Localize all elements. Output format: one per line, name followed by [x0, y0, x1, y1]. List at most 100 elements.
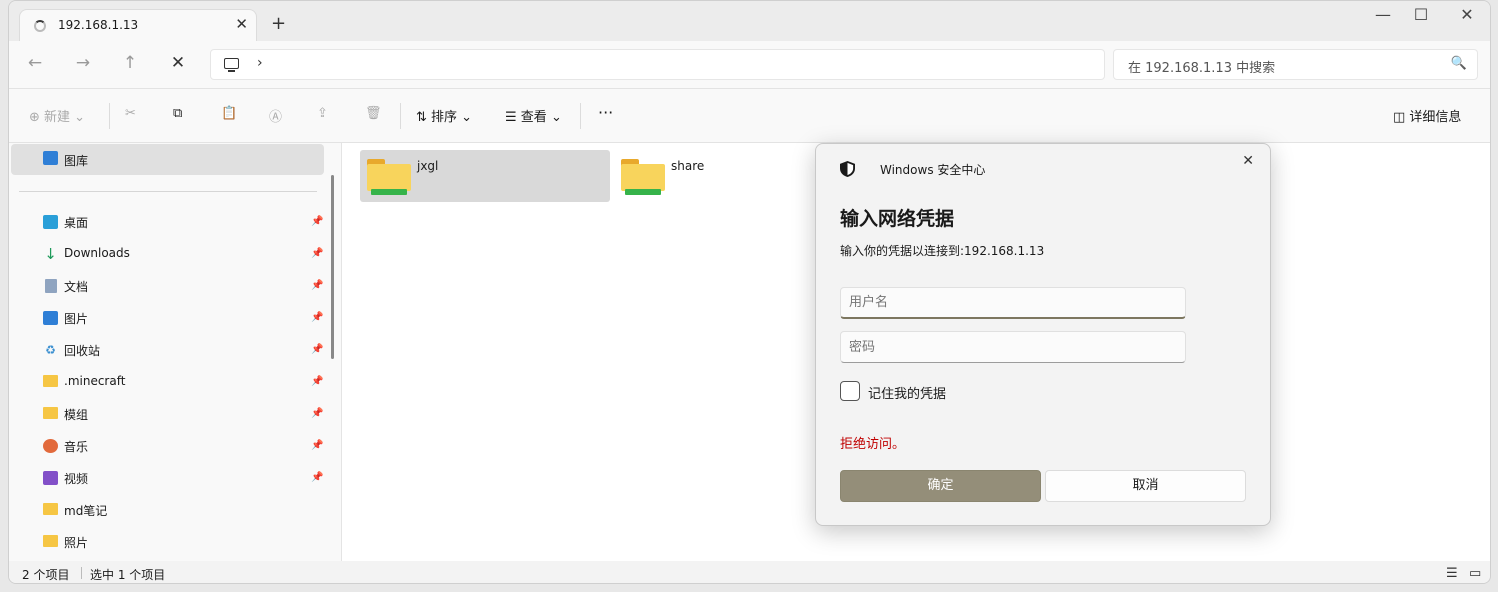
- address-row: ← → ↑ ✕ › 在 192.168.1.13 中搜索 🔍: [9, 41, 1490, 89]
- sort-button[interactable]: ⇅ 排序 ⌄: [416, 106, 472, 125]
- dialog-heading: 输入网络凭据: [840, 208, 955, 230]
- document-icon: [45, 279, 57, 293]
- paste-icon[interactable]: 📋: [221, 106, 237, 121]
- sidebar-item-gallery[interactable]: 图库: [11, 144, 324, 175]
- new-button[interactable]: ⊕ 新建 ⌄: [29, 106, 85, 125]
- new-tab-button[interactable]: +: [271, 13, 286, 34]
- close-window-button[interactable]: ✕: [1444, 5, 1490, 24]
- details-view-icon[interactable]: ☰: [1446, 566, 1458, 581]
- search-placeholder: 在 192.168.1.13 中搜索: [1128, 61, 1276, 76]
- cancel-button[interactable]: 取消: [1045, 470, 1246, 502]
- sidebar-item-pictures[interactable]: 图片 📌: [9, 305, 329, 333]
- view-label: 查看: [520, 110, 547, 125]
- status-bar: 2 个项目 选中 1 个项目 ☰ ▭: [9, 561, 1490, 583]
- sidebar-item-label: md笔记: [64, 504, 108, 518]
- folder-icon: [43, 375, 58, 389]
- copy-icon[interactable]: ⧉: [173, 106, 182, 121]
- up-button[interactable]: ↑: [118, 53, 142, 73]
- stop-loading-button[interactable]: ✕: [166, 53, 190, 73]
- view-button[interactable]: ☰ 查看 ⌄: [505, 106, 562, 125]
- pin-icon: 📌: [311, 312, 324, 323]
- folder-name: jxgl: [417, 159, 439, 173]
- video-icon: [43, 471, 58, 485]
- sidebar-item-mods[interactable]: 模组 📌: [9, 401, 329, 429]
- toolbar-separator: [109, 103, 110, 129]
- sidebar-item-photos[interactable]: 照片: [9, 529, 329, 557]
- sort-label: 排序: [431, 110, 458, 125]
- tab-title: 192.168.1.13: [58, 18, 139, 32]
- more-options-button[interactable]: ···: [598, 103, 613, 122]
- remember-credentials-checkbox[interactable]: [840, 381, 860, 401]
- sidebar-separator: [19, 191, 317, 192]
- sidebar-item-recycle-bin[interactable]: ♻ 回收站 📌: [9, 337, 329, 365]
- folder-icon: [43, 535, 58, 549]
- maximize-button[interactable]: ☐: [1398, 5, 1444, 24]
- sidebar-item-downloads[interactable]: ↓ Downloads 📌: [9, 241, 329, 269]
- sidebar-item-music[interactable]: 音乐 📌: [9, 433, 329, 461]
- pin-icon: 📌: [311, 248, 324, 259]
- sidebar-item-label: 文档: [64, 280, 89, 294]
- music-icon: [43, 439, 58, 453]
- sidebar-item-minecraft[interactable]: .minecraft 📌: [9, 369, 329, 397]
- dialog-subtitle: 输入你的凭据以连接到:192.168.1.13: [840, 244, 1045, 258]
- sidebar-item-documents[interactable]: 文档 📌: [9, 273, 329, 301]
- rename-icon[interactable]: Ⓐ: [269, 106, 282, 125]
- back-button[interactable]: ←: [23, 53, 47, 73]
- password-field[interactable]: [840, 331, 1186, 363]
- folder-icon: [43, 407, 58, 421]
- pictures-icon: [43, 311, 58, 325]
- cut-icon[interactable]: ✂: [125, 106, 136, 121]
- new-label: 新建: [44, 110, 71, 125]
- error-message: 拒绝访问。: [840, 437, 906, 452]
- item-count: 2 个项目: [22, 568, 70, 582]
- pin-icon: 📌: [311, 344, 324, 355]
- sidebar-item-md-notes[interactable]: md笔记: [9, 497, 329, 525]
- network-folder-icon: [367, 159, 411, 197]
- search-icon[interactable]: 🔍: [1451, 56, 1467, 71]
- pin-icon: 📌: [311, 440, 324, 451]
- sidebar-item-label: Downloads: [64, 246, 130, 260]
- sidebar-item-label: 桌面: [64, 216, 89, 230]
- sidebar-item-label: 视频: [64, 472, 89, 486]
- username-field[interactable]: [840, 287, 1186, 319]
- navigation-pane: 图库 桌面 📌 ↓ Downloads 📌 文档 📌 图片 📌 ♻ 回收站 📌: [9, 143, 341, 561]
- sidebar-item-label: 图库: [64, 154, 89, 168]
- tiles-view-icon[interactable]: ▭: [1469, 566, 1481, 581]
- this-pc-icon: [224, 58, 239, 69]
- sidebar-item-label: 回收站: [64, 344, 101, 358]
- sidebar-item-label: .minecraft: [64, 374, 126, 388]
- sidebar-item-desktop[interactable]: 桌面 📌: [9, 209, 329, 237]
- details-button[interactable]: ◫ 详细信息: [1393, 106, 1461, 125]
- download-icon: ↓: [44, 245, 57, 263]
- gallery-icon: [43, 151, 58, 165]
- dialog-close-button[interactable]: ✕: [1242, 153, 1254, 169]
- desktop-icon: [43, 215, 58, 229]
- this-pc-stand: [228, 70, 235, 72]
- network-folder-icon: [621, 159, 665, 197]
- sidebar-item-videos[interactable]: 视频 📌: [9, 465, 329, 493]
- sidebar-item-label: 模组: [64, 408, 89, 422]
- tab-bar: 192.168.1.13 ✕ + — ☐ ✕: [9, 1, 1490, 41]
- delete-icon[interactable]: 🗑: [365, 106, 382, 121]
- pin-icon: 📌: [311, 216, 324, 227]
- breadcrumb-chevron-icon[interactable]: ›: [257, 55, 263, 71]
- tab-192-168-1-13[interactable]: 192.168.1.13 ✕: [19, 9, 257, 41]
- status-separator: [81, 567, 82, 579]
- ok-button[interactable]: 确定: [840, 470, 1041, 502]
- toolbar-separator: [580, 103, 581, 129]
- address-bar[interactable]: ›: [210, 49, 1105, 80]
- folder-item-jxgl[interactable]: jxgl: [360, 150, 610, 202]
- toolbar-separator: [400, 103, 401, 129]
- sidebar-item-label: 照片: [64, 536, 89, 550]
- loading-spinner-icon: [34, 20, 46, 32]
- forward-button[interactable]: →: [71, 53, 95, 73]
- pin-icon: 📌: [311, 408, 324, 419]
- sidebar-scrollbar[interactable]: [331, 175, 334, 359]
- close-tab-icon[interactable]: ✕: [235, 15, 248, 33]
- share-icon[interactable]: ⇪: [317, 106, 328, 121]
- recycle-bin-icon: ♻: [45, 343, 56, 357]
- sidebar-item-label: 音乐: [64, 440, 89, 454]
- search-box[interactable]: 在 192.168.1.13 中搜索 🔍: [1113, 49, 1478, 80]
- remember-credentials-label: 记住我的凭据: [868, 387, 947, 402]
- pin-icon: 📌: [311, 376, 324, 387]
